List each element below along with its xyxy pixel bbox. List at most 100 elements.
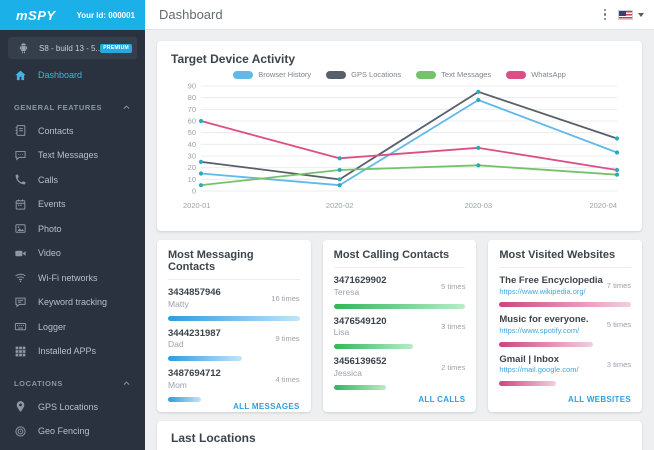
svg-text:10: 10 [188,175,196,184]
sidebar-item-label: Geo Fencing [38,426,90,437]
premium-badge: PREMIUM [100,43,132,53]
contact-name: Teresa [333,286,360,297]
sidebar-item-gps-locations[interactable]: GPS Locations [0,395,145,420]
sidebar-item-label: Photo [38,223,62,234]
sidebar-item-wifi-networks[interactable]: Wi-Fi networks [0,266,145,291]
mspy-logo: mSPY [16,7,56,23]
most-visited-websites-card: Most Visited Websites The Free Encyclope… [488,240,643,412]
device-selector[interactable]: S8 - build 13 - 5... PREMIUM [8,37,137,59]
section-label: GENERAL FEATURES [14,103,103,112]
legend-text-messages[interactable]: Text Messages [416,70,491,79]
legend-swatch [326,70,347,79]
apps-grid-icon [14,345,28,358]
sidebar-item-geo-fencing[interactable]: Geo Fencing [0,419,145,444]
keyboard-icon [14,320,28,333]
svg-text:50: 50 [188,128,196,137]
contact-name: Matty [168,298,189,309]
contact-row: 3444231987 Dad 9 times [168,321,300,361]
svg-text:90: 90 [188,82,196,91]
svg-text:0: 0 [192,187,196,196]
language-flag-icon[interactable] [618,9,633,20]
contact-number: 3434857946 [168,287,221,298]
sidebar-item-dashboard[interactable]: Dashboard [0,63,145,88]
legend-browser-history[interactable]: Browser History [233,70,311,79]
contact-number: 3471629902 [333,275,387,286]
times-count: 7 times [606,281,632,291]
sidebar-item-installed-apps[interactable]: Installed APPs [0,339,145,364]
section-locations[interactable]: LOCATIONS [0,373,145,395]
section-general-features[interactable]: GENERAL FEATURES [0,97,145,119]
user-id-label: Your Id: 000001 [76,10,135,20]
sidebar-item-label: Text Messages [38,150,99,161]
svg-text:2020-04: 2020-04 [589,201,617,210]
contact-name: Dad [168,339,184,350]
chart-legend: Browser History GPS Locations Text Messa… [171,70,628,79]
times-count: 3 times [441,322,466,332]
activity-line-chart: 0 10 20 30 40 50 60 70 80 90 2020-01 2020-02 2020-03… [171,81,628,213]
legend-label: Browser History [258,70,312,79]
card-title: Most Visited Websites [499,249,632,268]
legend-swatch [233,70,254,79]
sidebar-item-events[interactable]: Events [0,192,145,217]
sidebar-item-label: Contacts [38,125,74,136]
sidebar-item-label: Video [38,248,61,259]
contact-number: 3487694712 [168,368,221,379]
card-title: Most Messaging Contacts [168,249,300,280]
times-count: 5 times [441,281,466,291]
sidebar-item-video[interactable]: Video [0,241,145,266]
kebab-menu-icon[interactable] [598,5,613,25]
legend-gps-locations[interactable]: GPS Locations [326,70,401,79]
legend-label: Text Messages [441,70,492,79]
sidebar-item-label: Wi-Fi networks [38,272,98,283]
map-pin-icon [14,400,28,413]
usage-bar [499,380,556,386]
times-count: 2 times [441,362,466,372]
top-bar: mSPY Your Id: 000001 Dashboard [0,0,654,30]
contact-number: 3456139652 [333,356,387,367]
sidebar-item-photo[interactable]: Photo [0,217,145,242]
times-count: 4 times [275,374,300,384]
calendar-icon [14,198,28,211]
times-count: 3 times [606,359,632,369]
stats-cards-row: Most Messaging Contacts 3434857946 Matty… [157,240,643,412]
most-messaging-contacts-card: Most Messaging Contacts 3434857946 Matty… [157,240,311,412]
contact-number: 3476549120 [333,315,387,327]
contact-name: Mom [168,379,187,390]
all-messages-link[interactable]: ALL MESSAGES [168,402,300,411]
all-calls-link[interactable]: ALL CALLS [334,395,466,404]
wifi-icon [14,271,28,284]
website-title: Music for everyone. [499,314,589,326]
legend-swatch [506,70,527,79]
keyword-icon [14,296,28,309]
language-caret-icon[interactable] [638,12,644,17]
header: Dashboard [145,0,654,30]
sidebar-item-label: Dashboard [38,70,83,81]
locations-card-title: Last Locations [171,431,256,445]
sidebar-item-text-messages[interactable]: Text Messages [0,143,145,168]
legend-label: WhatsApp [531,70,566,79]
svg-text:2020-01: 2020-01 [183,201,211,210]
svg-text:2020-02: 2020-02 [326,201,354,210]
sidebar-item-calls[interactable]: Calls [0,168,145,193]
legend-whatsapp[interactable]: WhatsApp [506,70,566,79]
website-row: The Free Encyclopedia https://www.wikipe… [499,268,632,308]
all-websites-link[interactable]: ALL WEBSITES [499,395,631,404]
contact-number: 3444231987 [168,327,221,339]
website-url[interactable]: https://www.spotify.com/ [499,326,588,335]
phone-icon [14,173,28,186]
device-label: S8 - build 13 - 5... [39,43,101,53]
chevron-up-icon [122,379,131,388]
sidebar-item-keyword-tracking[interactable]: Keyword tracking [0,290,145,315]
website-url[interactable]: https://www.wikipedia.org/ [499,287,602,296]
geofence-target-icon [14,425,28,438]
sidebar-item-label: Keyword tracking [38,297,108,308]
brand-area: mSPY Your Id: 000001 [0,0,145,30]
sidebar-item-contacts[interactable]: Contacts [0,119,145,144]
sidebar-item-label: Logger [38,321,67,332]
sidebar-item-logger[interactable]: Logger [0,315,145,340]
website-url[interactable]: https://mail.google.com/ [499,365,578,374]
legend-label: GPS Locations [351,70,402,79]
svg-text:2020-03: 2020-03 [465,201,493,210]
website-row: Music for everyone. https://www.spotify.… [499,307,631,347]
last-locations-card: Last Locations [157,421,642,450]
